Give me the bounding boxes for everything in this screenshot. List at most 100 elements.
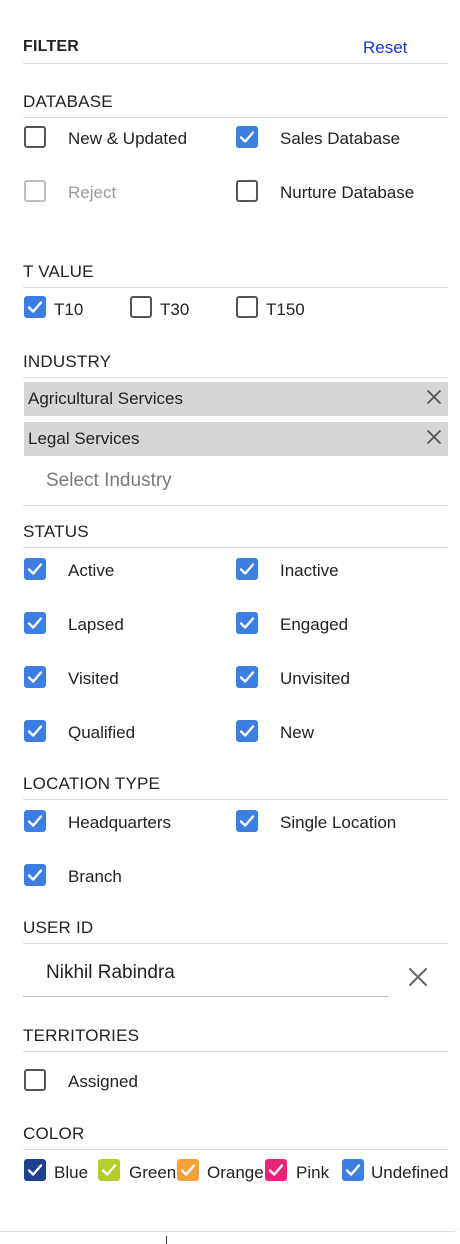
status-section-title: STATUS <box>23 522 89 541</box>
option-label: Orange <box>207 1163 264 1182</box>
checkbox-unchecked-icon[interactable] <box>130 296 152 318</box>
option-label: Assigned <box>68 1072 138 1091</box>
status-option-engaged[interactable]: Engaged <box>236 612 436 638</box>
option-label: Pink <box>296 1163 330 1182</box>
divider <box>23 1051 448 1052</box>
reset-button[interactable]: Reset <box>363 38 407 58</box>
t-value-option-t30[interactable]: T30 <box>130 296 220 322</box>
database-option-nurture[interactable]: Nurture Database <box>236 180 446 206</box>
checkbox-checked-icon[interactable] <box>24 666 46 688</box>
user-id-section-title: USER ID <box>23 918 94 937</box>
industry-chip: Agricultural Services <box>24 382 448 416</box>
divider <box>23 63 448 64</box>
clear-user-icon[interactable] <box>406 965 430 989</box>
option-label: T10 <box>54 300 84 319</box>
checkbox-checked-icon[interactable] <box>236 612 258 634</box>
option-label: Engaged <box>280 615 349 634</box>
option-label: Green <box>129 1163 177 1182</box>
status-option-qualified[interactable]: Qualified <box>24 720 224 746</box>
checkbox-checked-icon[interactable] <box>24 810 46 832</box>
color-option-pink[interactable]: Pink <box>265 1159 335 1185</box>
filter-title: FILTER <box>23 38 80 55</box>
divider <box>23 799 448 800</box>
checkbox-disabled-icon[interactable] <box>24 180 46 202</box>
option-label: Blue <box>54 1163 89 1182</box>
remove-chip-icon[interactable] <box>426 389 442 405</box>
divider <box>166 1236 167 1244</box>
divider <box>23 117 448 118</box>
color-section-title: COLOR <box>23 1124 85 1143</box>
divider <box>23 943 448 944</box>
chip-label: Legal Services <box>28 429 140 448</box>
checkbox-checked-icon[interactable] <box>24 720 46 742</box>
option-label: Lapsed <box>68 615 124 634</box>
option-label: Inactive <box>280 561 339 580</box>
divider <box>23 377 448 378</box>
input-underline <box>23 996 388 997</box>
status-option-unvisited[interactable]: Unvisited <box>236 666 436 692</box>
status-option-inactive[interactable]: Inactive <box>236 558 436 584</box>
remove-chip-icon[interactable] <box>426 429 442 445</box>
location-option-headquarters[interactable]: Headquarters <box>24 810 224 836</box>
user-id-input[interactable]: Nikhil Rabindra <box>46 962 175 984</box>
option-label: Unvisited <box>280 669 350 688</box>
status-option-lapsed[interactable]: Lapsed <box>24 612 224 638</box>
option-label: New <box>280 723 315 742</box>
database-option-new-updated[interactable]: New & Updated <box>24 126 224 152</box>
divider <box>23 547 448 548</box>
t-value-option-t150[interactable]: T150 <box>236 296 326 322</box>
territories-option-assigned[interactable]: Assigned <box>24 1069 224 1095</box>
option-label: Reject <box>68 183 117 202</box>
divider <box>23 287 448 288</box>
color-option-green[interactable]: Green <box>98 1159 178 1185</box>
location-type-section-title: LOCATION TYPE <box>23 774 161 793</box>
option-label: New & Updated <box>68 129 188 148</box>
status-option-visited[interactable]: Visited <box>24 666 224 692</box>
option-label: Active <box>68 561 115 580</box>
checkbox-checked-icon[interactable] <box>236 720 258 742</box>
checkbox-unchecked-icon[interactable] <box>236 180 258 202</box>
territories-section-title: TERRITORIES <box>23 1026 140 1045</box>
checkbox-checked-icon[interactable] <box>236 666 258 688</box>
option-label: T30 <box>160 300 190 319</box>
divider <box>23 1149 448 1150</box>
option-label: Qualified <box>68 723 136 742</box>
color-option-blue[interactable]: Blue <box>24 1159 94 1185</box>
filter-panel: FILTER Reset DATABASE New & Updated Sale… <box>0 0 460 1232</box>
checkbox-checked-icon[interactable] <box>24 296 46 318</box>
checkbox-checked-icon[interactable] <box>24 1159 46 1181</box>
option-label: Single Location <box>280 813 397 832</box>
checkbox-unchecked-icon[interactable] <box>24 126 46 148</box>
checkbox-unchecked-icon[interactable] <box>24 1069 46 1091</box>
checkbox-checked-icon[interactable] <box>24 558 46 580</box>
industry-select-input[interactable]: Select Industry <box>46 470 172 492</box>
option-label: Sales Database <box>280 129 401 148</box>
checkbox-checked-icon[interactable] <box>98 1159 120 1181</box>
option-label: Undefined <box>371 1163 449 1182</box>
status-option-new[interactable]: New <box>236 720 436 746</box>
location-option-branch[interactable]: Branch <box>24 864 224 890</box>
option-label: Visited <box>68 669 119 688</box>
color-option-undefined[interactable]: Undefined <box>342 1159 457 1185</box>
checkbox-checked-icon[interactable] <box>342 1159 364 1181</box>
checkbox-checked-icon[interactable] <box>24 612 46 634</box>
option-label: Headquarters <box>68 813 172 832</box>
industry-chip: Legal Services <box>24 422 448 456</box>
checkbox-checked-icon[interactable] <box>265 1159 287 1181</box>
status-option-active[interactable]: Active <box>24 558 224 584</box>
checkbox-checked-icon[interactable] <box>236 558 258 580</box>
checkbox-checked-icon[interactable] <box>236 810 258 832</box>
option-label: Branch <box>68 867 122 886</box>
database-section-title: DATABASE <box>23 92 113 111</box>
location-option-single-location[interactable]: Single Location <box>236 810 446 836</box>
checkbox-checked-icon[interactable] <box>177 1159 199 1181</box>
checkbox-checked-icon[interactable] <box>236 126 258 148</box>
checkbox-unchecked-icon[interactable] <box>236 296 258 318</box>
database-option-reject[interactable]: Reject <box>24 180 224 206</box>
option-label: Nurture Database <box>280 183 415 202</box>
checkbox-checked-icon[interactable] <box>24 864 46 886</box>
t-value-option-t10[interactable]: T10 <box>24 296 114 322</box>
database-option-sales[interactable]: Sales Database <box>236 126 446 152</box>
t-value-section-title: T VALUE <box>23 262 94 281</box>
color-option-orange[interactable]: Orange <box>177 1159 267 1185</box>
